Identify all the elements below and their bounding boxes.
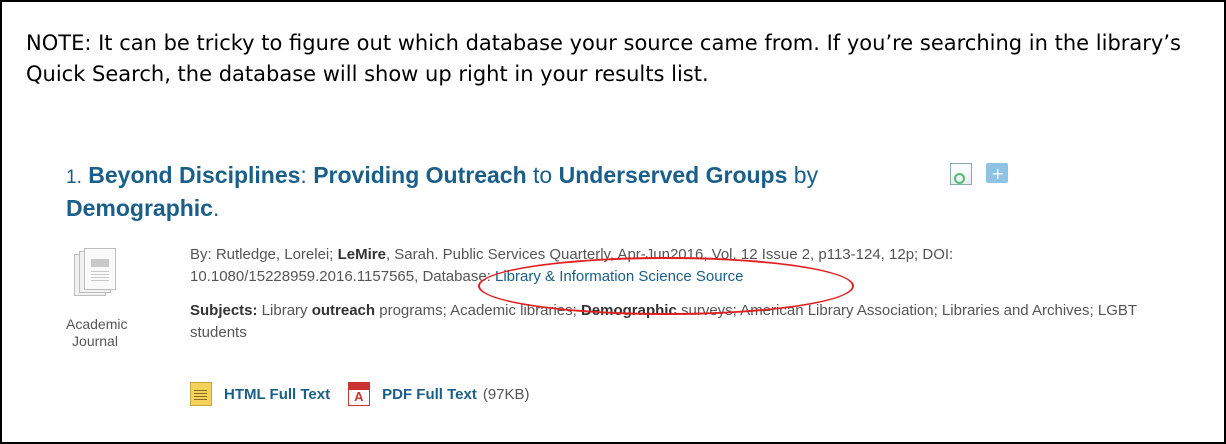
author-1: Rutledge, Lorelei; <box>215 246 338 263</box>
subjects-label: Subjects: <box>190 302 258 319</box>
title-part: Underserved Groups <box>558 162 788 188</box>
publication-type: Academic Journal <box>66 244 128 350</box>
result-details: By: Rutledge, Lorelei; LeMire, Sarah. Pu… <box>190 244 1166 344</box>
search-result: 1. Beyond Disciplines: Providing Outreac… <box>66 160 1186 406</box>
result-title-link[interactable]: Beyond Disciplines: Providing Outreach t… <box>66 162 818 221</box>
html-full-text-link[interactable]: HTML Full Text <box>224 386 330 403</box>
preview-icon[interactable] <box>950 163 972 185</box>
pdf-icon <box>348 382 371 406</box>
note-text: NOTE: It can be tricky to figure out whi… <box>26 31 1181 86</box>
subject-part: programs; Academic libraries; <box>375 302 581 319</box>
database-link[interactable]: Library & Information Science Source <box>495 268 743 285</box>
subject-part: Demographic <box>580 302 677 319</box>
title-part: . <box>212 195 220 221</box>
result-tools <box>950 163 1008 185</box>
add-to-folder-icon[interactable] <box>986 163 1008 183</box>
citation-line: By: Rutledge, Lorelei; LeMire, Sarah. Pu… <box>190 244 1166 288</box>
note-frame: NOTE: It can be tricky to figure out whi… <box>0 0 1226 444</box>
pdf-full-text-link[interactable]: PDF Full Text <box>382 386 477 403</box>
result-title-row: 1. Beyond Disciplines: Providing Outreac… <box>66 160 966 224</box>
author-2: LeMire <box>337 246 386 263</box>
full-text-links: HTML Full Text PDF Full Text (97KB) <box>190 382 530 406</box>
title-part: Beyond Disciplines <box>88 162 301 188</box>
subjects-line: Subjects: Library outreach programs; Aca… <box>190 300 1166 344</box>
result-number: 1. <box>66 167 82 188</box>
title-part: Demographic <box>66 195 213 221</box>
title-part: to <box>526 162 559 188</box>
pdf-size: (97KB) <box>482 385 530 403</box>
by-label: By: <box>190 246 216 263</box>
html-full-text-icon <box>190 382 212 406</box>
academic-journal-icon <box>74 248 116 296</box>
publication-type-label: Academic Journal <box>66 316 128 349</box>
subject-part: Library <box>257 302 312 319</box>
title-part: by <box>787 162 819 188</box>
title-part: Providing Outreach <box>313 162 527 188</box>
title-part: : <box>300 162 314 188</box>
subject-part: outreach <box>311 302 376 319</box>
